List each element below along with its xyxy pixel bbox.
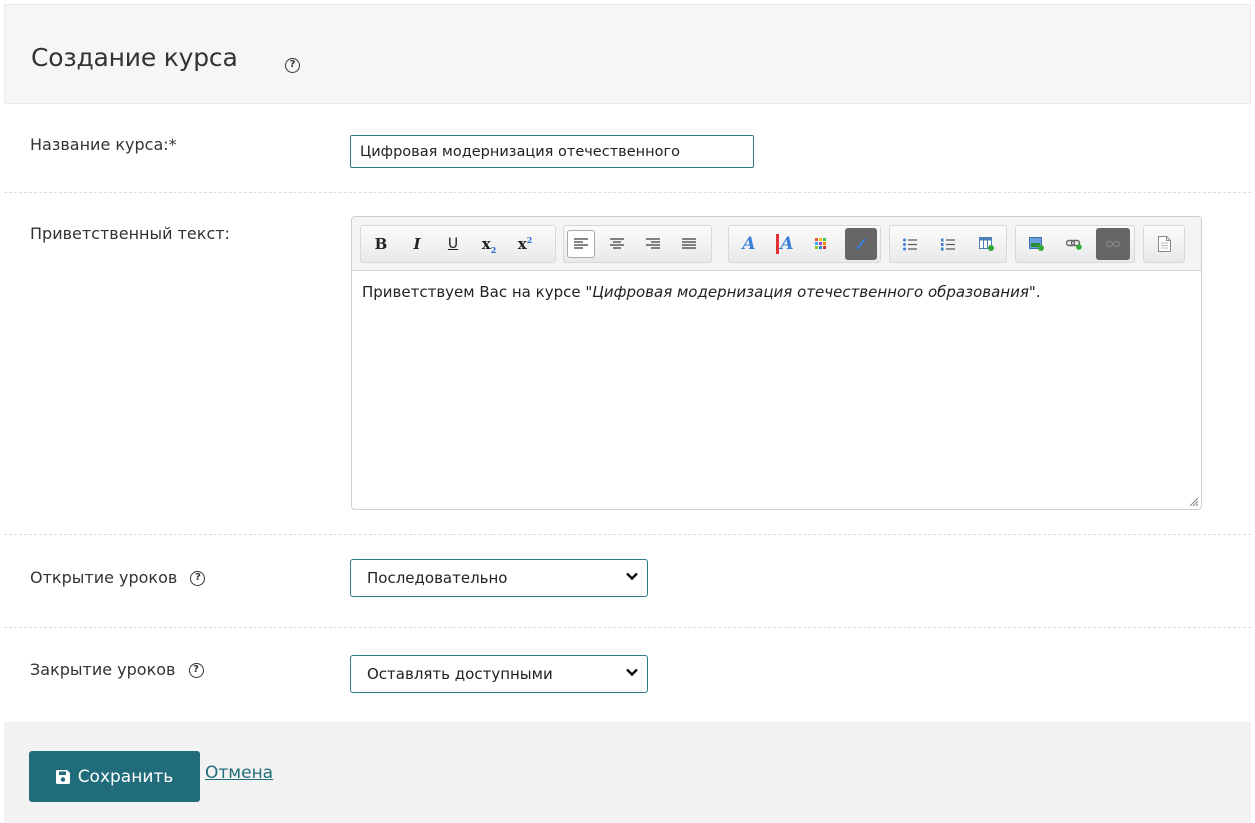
- color-picker-icon: [856, 238, 866, 250]
- align-right-button[interactable]: [639, 230, 667, 258]
- welcome-text-prefix: Приветствуем Вас на курсе ": [362, 283, 593, 301]
- align-center-button[interactable]: [603, 230, 631, 258]
- align-right-icon: [646, 238, 660, 249]
- image-icon: [1028, 237, 1044, 251]
- rich-text-editor[interactable]: B I U x2 x2 A A Приветствуем Вас на курс…: [351, 216, 1202, 510]
- color-picker-button[interactable]: [845, 228, 877, 260]
- superscript-icon: x2: [517, 235, 533, 253]
- color-grid-button[interactable]: [807, 230, 835, 258]
- toolbar-group-insert: [1015, 225, 1135, 263]
- toolbar-group-lists: [889, 225, 1007, 263]
- help-icon[interactable]: ?: [190, 571, 206, 586]
- superscript-button[interactable]: x2: [511, 230, 539, 258]
- save-button-label: Сохранить: [77, 766, 174, 787]
- align-center-icon: [610, 238, 624, 249]
- color-grid-icon: [815, 238, 826, 249]
- bullet-list-icon: [903, 238, 917, 250]
- help-icon[interactable]: ?: [188, 663, 204, 678]
- lesson-closing-selected: Оставлять доступными: [367, 665, 553, 683]
- help-icon[interactable]: ?: [285, 58, 300, 73]
- document-icon: [1157, 236, 1171, 252]
- course-create-page: Создание курса ? Название курса:* Привет…: [0, 0, 1255, 823]
- divider: [4, 534, 1251, 535]
- welcome-text-suffix: ".: [1028, 283, 1041, 301]
- save-button[interactable]: Сохранить: [29, 751, 200, 802]
- bullet-list-button[interactable]: [896, 230, 924, 258]
- numbered-list-button[interactable]: [934, 230, 962, 258]
- lesson-opening-select[interactable]: Последовательно: [350, 559, 648, 597]
- lesson-opening-label: Открытие уроков ?: [30, 568, 206, 587]
- insert-image-button[interactable]: [1022, 230, 1050, 258]
- align-justify-icon: [682, 238, 696, 249]
- unlink-icon: [1106, 240, 1120, 248]
- table-button[interactable]: [972, 230, 1000, 258]
- bold-button[interactable]: B: [367, 230, 395, 258]
- align-left-icon: [574, 238, 588, 249]
- toolbar-group-color: A A: [728, 225, 881, 263]
- underline-button[interactable]: U: [439, 230, 467, 258]
- resize-grip-icon[interactable]: [1189, 497, 1198, 506]
- link-icon: [1066, 239, 1082, 250]
- numbered-list-icon: [941, 238, 955, 250]
- welcome-text-course-name: Цифровая модернизация отечественного обр…: [592, 283, 1029, 301]
- editor-toolbar: B I U x2 x2 A A: [352, 217, 1201, 271]
- page-header: Создание курса ?: [4, 4, 1251, 104]
- lesson-closing-label-text: Закрытие уроков: [30, 660, 176, 679]
- lesson-closing-label: Закрытие уроков ?: [30, 660, 204, 679]
- html-source-button[interactable]: [1150, 230, 1178, 258]
- italic-button[interactable]: I: [403, 230, 431, 258]
- divider: [4, 627, 1251, 628]
- align-left-button[interactable]: [567, 230, 595, 258]
- course-name-label: Название курса:*: [30, 135, 177, 154]
- form-footer: Сохранить Отмена: [4, 722, 1251, 823]
- divider: [4, 192, 1251, 193]
- insert-link-button[interactable]: [1060, 230, 1088, 258]
- toolbar-group-format: B I U x2 x2: [360, 225, 556, 263]
- subscript-button[interactable]: x2: [475, 230, 503, 258]
- floppy-disk-icon: [55, 769, 70, 784]
- lesson-closing-select[interactable]: Оставлять доступными: [350, 655, 648, 693]
- editor-content[interactable]: Приветствуем Вас на курсе "Цифровая моде…: [362, 283, 1192, 301]
- lesson-opening-label-text: Открытие уроков: [30, 568, 178, 587]
- cancel-link[interactable]: Отмена: [205, 763, 273, 783]
- lesson-opening-selected: Последовательно: [367, 569, 508, 587]
- chevron-down-icon: [626, 668, 638, 677]
- toolbar-group-source: [1143, 225, 1185, 263]
- welcome-text-label: Приветственный текст:: [30, 224, 230, 243]
- chevron-down-icon: [626, 572, 638, 581]
- toolbar-group-align: [563, 225, 712, 263]
- font-color-button[interactable]: A: [735, 230, 763, 258]
- subscript-icon: x2: [481, 235, 497, 255]
- font-color-icon: A: [742, 234, 756, 254]
- table-icon: [978, 237, 994, 251]
- background-color-button[interactable]: A: [771, 230, 799, 258]
- unlink-button[interactable]: [1096, 228, 1130, 260]
- page-title: Создание курса: [31, 43, 238, 72]
- align-justify-button[interactable]: [675, 230, 703, 258]
- course-name-input[interactable]: [350, 135, 754, 168]
- subscript-x: x: [481, 235, 491, 253]
- superscript-x: x: [517, 235, 527, 253]
- background-color-icon: A: [776, 234, 794, 254]
